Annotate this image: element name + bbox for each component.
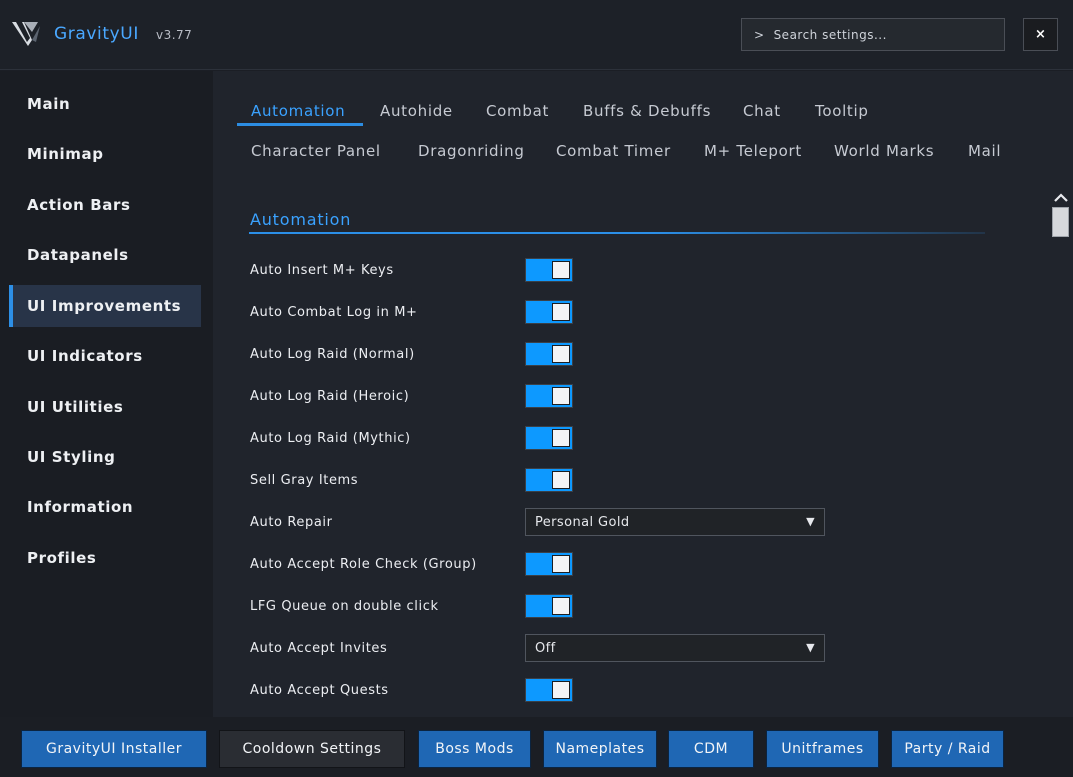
setting-label: LFG Queue on double click xyxy=(250,599,439,614)
sidebar-item-action-bars[interactable]: Action Bars xyxy=(9,184,201,226)
auto-repair-value: Personal Gold xyxy=(535,514,630,530)
tab-mail[interactable]: Mail xyxy=(968,142,1001,160)
toggle-knob xyxy=(552,429,570,447)
sidebar-item-label: UI Utilities xyxy=(27,398,124,416)
nameplates-button[interactable]: Nameplates xyxy=(543,730,657,768)
auto-log-raid-heroic-toggle[interactable] xyxy=(525,384,573,408)
toggle-knob xyxy=(552,345,570,363)
sidebar-item-label: Main xyxy=(27,95,71,113)
setting-label: Auto Accept Role Check (Group) xyxy=(250,557,477,572)
toggle-knob xyxy=(552,471,570,489)
tab-world-marks[interactable]: World Marks xyxy=(834,142,934,160)
tab-autohide[interactable]: Autohide xyxy=(380,102,453,120)
auto-accept-role-check-toggle[interactable] xyxy=(525,552,573,576)
sidebar-item-datapanels[interactable]: Datapanels xyxy=(9,234,201,276)
auto-combat-log-toggle[interactable] xyxy=(525,300,573,324)
setting-label: Auto Log Raid (Heroic) xyxy=(250,389,410,404)
toggle-knob xyxy=(552,555,570,573)
lfg-queue-double-click-toggle[interactable] xyxy=(525,594,573,618)
sidebar-item-label: Action Bars xyxy=(27,196,131,214)
cdm-button[interactable]: CDM xyxy=(668,730,754,768)
active-tab-indicator xyxy=(237,123,363,126)
unitframes-button[interactable]: Unitframes xyxy=(766,730,879,768)
boss-mods-button[interactable]: Boss Mods xyxy=(418,730,531,768)
tab-tooltip[interactable]: Tooltip xyxy=(815,102,869,120)
sidebar-item-label: UI Styling xyxy=(27,448,116,466)
search-input[interactable]: > Search settings... xyxy=(741,18,1005,51)
tab-combat-timer[interactable]: Combat Timer xyxy=(556,142,671,160)
scroll-up-icon[interactable] xyxy=(1053,191,1069,205)
toggle-knob xyxy=(552,261,570,279)
auto-log-raid-normal-toggle[interactable] xyxy=(525,342,573,366)
sidebar-item-profiles[interactable]: Profiles xyxy=(9,537,201,579)
sidebar-item-label: Datapanels xyxy=(27,246,129,264)
party-raid-button[interactable]: Party / Raid xyxy=(891,730,1004,768)
sidebar-item-ui-styling[interactable]: UI Styling xyxy=(9,436,201,478)
search-prompt-icon: > xyxy=(754,27,765,42)
sidebar-item-label: Minimap xyxy=(27,145,104,163)
toggle-knob xyxy=(552,681,570,699)
tab-dragonriding[interactable]: Dragonriding xyxy=(418,142,525,160)
setting-label: Auto Accept Invites xyxy=(250,641,388,656)
cooldown-settings-button[interactable]: Cooldown Settings xyxy=(219,730,405,768)
scrollbar-thumb[interactable] xyxy=(1052,207,1069,237)
tab-automation[interactable]: Automation xyxy=(251,102,345,120)
sidebar-item-label: Information xyxy=(27,498,134,516)
app-name: GravityUI xyxy=(54,24,139,44)
sidebar-item-main[interactable]: Main xyxy=(9,83,201,125)
setting-label: Auto Accept Quests xyxy=(250,683,389,698)
setting-label: Auto Combat Log in M+ xyxy=(250,305,418,320)
sell-gray-items-toggle[interactable] xyxy=(525,468,573,492)
sidebar-item-label: Profiles xyxy=(27,549,97,567)
section-divider xyxy=(249,232,985,234)
sidebar: Main Minimap Action Bars Datapanels UI I… xyxy=(0,71,213,717)
sidebar-item-information[interactable]: Information xyxy=(9,486,201,528)
app-version: v3.77 xyxy=(156,28,193,42)
toggle-knob xyxy=(552,597,570,615)
tab-m-plus-teleport[interactable]: M+ Teleport xyxy=(704,142,802,160)
setting-label: Sell Gray Items xyxy=(250,473,359,488)
search-placeholder: Search settings... xyxy=(773,27,887,42)
sidebar-item-minimap[interactable]: Minimap xyxy=(9,133,201,175)
dropdown-arrow-icon: ▼ xyxy=(806,515,815,528)
sidebar-item-label: UI Indicators xyxy=(27,347,143,365)
sidebar-item-ui-improvements[interactable]: UI Improvements xyxy=(9,285,201,327)
tab-buffs-debuffs[interactable]: Buffs & Debuffs xyxy=(583,102,711,120)
tab-chat[interactable]: Chat xyxy=(743,102,781,120)
auto-accept-invites-select[interactable]: Off ▼ xyxy=(525,634,825,662)
dropdown-arrow-icon: ▼ xyxy=(806,641,815,654)
gravityui-logo-icon xyxy=(12,22,40,46)
close-button[interactable]: × xyxy=(1023,18,1058,51)
section-title: Automation xyxy=(250,210,352,229)
auto-insert-keys-toggle[interactable] xyxy=(525,258,573,282)
close-icon: × xyxy=(1035,27,1046,42)
toggle-knob xyxy=(552,303,570,321)
tab-combat[interactable]: Combat xyxy=(486,102,549,120)
auto-repair-select[interactable]: Personal Gold ▼ xyxy=(525,508,825,536)
setting-label: Auto Log Raid (Normal) xyxy=(250,347,415,362)
footer-bar: GravityUI Installer Cooldown Settings Bo… xyxy=(0,717,1073,777)
tab-character-panel[interactable]: Character Panel xyxy=(251,142,381,160)
auto-accept-quests-toggle[interactable] xyxy=(525,678,573,702)
gravityui-installer-button[interactable]: GravityUI Installer xyxy=(21,730,207,768)
auto-accept-invites-value: Off xyxy=(535,640,556,656)
sidebar-item-ui-utilities[interactable]: UI Utilities xyxy=(9,386,201,428)
sidebar-item-label: UI Improvements xyxy=(27,297,182,315)
toggle-knob xyxy=(552,387,570,405)
setting-label: Auto Log Raid (Mythic) xyxy=(250,431,411,446)
setting-label: Auto Repair xyxy=(250,515,333,530)
header-bar: GravityUI v3.77 > Search settings... × xyxy=(0,0,1073,70)
sidebar-item-ui-indicators[interactable]: UI Indicators xyxy=(9,335,201,377)
settings-panel: Automation Autohide Combat Buffs & Debuf… xyxy=(213,71,1073,717)
setting-label: Auto Insert M+ Keys xyxy=(250,263,394,278)
auto-log-raid-mythic-toggle[interactable] xyxy=(525,426,573,450)
